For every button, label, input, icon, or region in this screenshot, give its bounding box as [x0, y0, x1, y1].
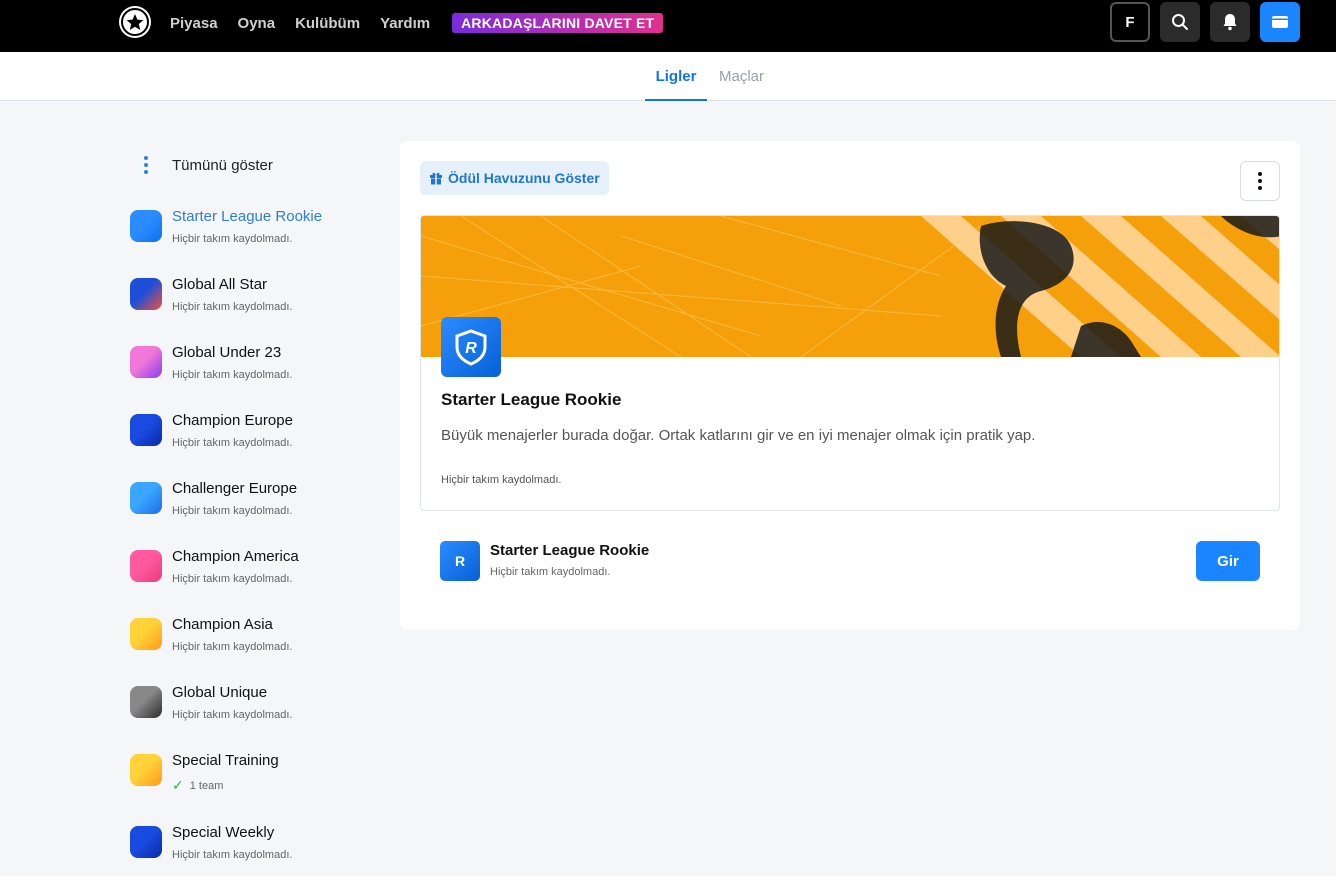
show-prize-pool-button[interactable]: Ödül Havuzunu Göster	[420, 161, 609, 195]
topbar-actions: F	[1100, 2, 1300, 42]
league-status: Hiçbir takım kaydolmadı.	[172, 573, 293, 585]
league-card-status: Hiçbir takım kaydolmadı.	[441, 474, 562, 486]
profile-button[interactable]: F	[1110, 2, 1150, 42]
nav-my-club[interactable]: Kulübüm	[295, 15, 360, 32]
search-button[interactable]	[1160, 2, 1200, 42]
invite-friends-button[interactable]: ARKADAŞLARINI DAVET ET	[452, 13, 664, 33]
league-status: Hiçbir takım kaydolmadı.	[172, 369, 293, 381]
search-icon	[1172, 14, 1188, 30]
sidebar-league-champion-asia[interactable]: Champion Asia Hiçbir takım kaydolmadı.	[130, 616, 292, 653]
top-navbar: Piyasa Oyna Kulübüm Yardım ARKADAŞLARINI…	[0, 0, 1336, 52]
league-status: Hiçbir takım kaydolmadı.	[172, 709, 293, 721]
sidebar-league-champion-america[interactable]: Champion America Hiçbir takım kaydolmadı.	[130, 548, 299, 585]
league-status: Hiçbir takım kaydolmadı.	[172, 301, 293, 313]
league-icon	[130, 826, 162, 858]
league-card: R Starter League Rookie Büyük menajerler…	[420, 215, 1280, 511]
league-name: Global Unique	[172, 684, 268, 701]
sidebar-league-global-unique[interactable]: Global Unique Hiçbir takım kaydolmadı.	[130, 684, 292, 721]
league-status: 1 team	[189, 779, 224, 792]
more-vertical-icon	[1258, 172, 1262, 190]
league-entry-title: Starter League Rookie	[490, 542, 650, 559]
league-name: Champion Asia	[172, 616, 273, 633]
enter-button[interactable]: Gir	[1196, 541, 1260, 581]
league-status-row: ✓ 1 team	[172, 777, 279, 794]
league-badge-icon: R	[441, 317, 501, 377]
tab-leagues[interactable]: Ligler	[645, 68, 707, 101]
league-entry-status: Hiçbir takım kaydolmadı.	[490, 566, 611, 578]
notifications-button[interactable]	[1210, 2, 1250, 42]
league-name: Champion Europe	[172, 412, 293, 429]
league-icon	[130, 618, 162, 650]
sidebar-league-global-all-star[interactable]: Global All Star Hiçbir takım kaydolmadı.	[130, 276, 292, 313]
league-banner-image	[421, 216, 1279, 357]
nav-play[interactable]: Oyna	[238, 15, 276, 32]
nav-help[interactable]: Yardım	[380, 15, 430, 32]
prize-button-label: Ödül Havuzunu Göster	[448, 170, 600, 186]
league-entry-row: R Starter League Rookie Hiçbir takım kay…	[440, 541, 1260, 581]
vertical-dots-icon	[130, 156, 162, 174]
gift-icon	[429, 171, 443, 185]
sidebar-league-global-under-23[interactable]: Global Under 23 Hiçbir takım kaydolmadı.	[130, 344, 292, 381]
league-name: Special Weekly	[172, 824, 275, 841]
nav-market[interactable]: Piyasa	[170, 15, 218, 32]
league-status: Hiçbir takım kaydolmadı.	[172, 849, 293, 861]
league-name: Challenger Europe	[172, 480, 298, 497]
league-icon	[130, 550, 162, 582]
league-status: Hiçbir takım kaydolmadı.	[172, 233, 293, 245]
league-name: Global Under 23	[172, 344, 282, 361]
league-status: Hiçbir takım kaydolmadı.	[172, 505, 293, 517]
league-card-title: Starter League Rookie	[441, 390, 622, 409]
bell-icon	[1223, 14, 1237, 31]
show-all-button[interactable]: Tümünü göster	[130, 156, 273, 174]
sidebar-league-champion-europe[interactable]: Champion Europe Hiçbir takım kaydolmadı.	[130, 412, 293, 449]
sidebar-league-special-weekly[interactable]: Special Weekly Hiçbir takım kaydolmadı.	[130, 824, 292, 861]
league-status: Hiçbir takım kaydolmadı.	[172, 437, 293, 449]
sidebar-league-special-training[interactable]: Special Training ✓ 1 team	[130, 752, 279, 794]
tab-matches[interactable]: Maçlar	[719, 68, 764, 85]
wallet-icon	[1272, 16, 1288, 28]
sidebar-league-challenger-europe[interactable]: Challenger Europe Hiçbir takım kaydolmadı…	[130, 480, 297, 517]
league-name: Champion America	[172, 548, 299, 565]
league-icon	[130, 686, 162, 718]
league-card-description: Büyük menajerler burada doğar. Ortak kat…	[441, 427, 1036, 444]
league-entry-badge: R	[440, 541, 480, 581]
checkmark-icon: ✓	[172, 777, 184, 793]
league-name: Special Training	[172, 752, 279, 769]
league-name: Starter League Rookie	[172, 208, 323, 225]
main-nav: Piyasa Oyna Kulübüm Yardım ARKADAŞLARINI…	[170, 13, 664, 33]
league-icon	[130, 278, 162, 310]
league-status: Hiçbir takım kaydolmadı.	[172, 641, 293, 653]
show-all-label: Tümünü göster	[172, 156, 273, 174]
league-icon	[130, 346, 162, 378]
wallet-button[interactable]	[1260, 2, 1300, 42]
league-detail-panel: Ödül Havuzunu Göster R Starter League Ro…	[400, 141, 1300, 630]
league-icon	[130, 754, 162, 786]
league-icon	[130, 482, 162, 514]
tabs-bar: Ligler Maçlar	[0, 52, 1336, 101]
league-icon	[130, 210, 162, 242]
sorare-logo-icon[interactable]	[119, 6, 151, 38]
league-icon	[130, 414, 162, 446]
more-options-button[interactable]	[1240, 161, 1280, 201]
league-name: Global All Star	[172, 276, 268, 293]
sidebar-league-starter-league-rookie[interactable]: Starter League Rookie Hiçbir takım kaydol…	[130, 208, 322, 245]
svg-text:R: R	[465, 340, 477, 357]
